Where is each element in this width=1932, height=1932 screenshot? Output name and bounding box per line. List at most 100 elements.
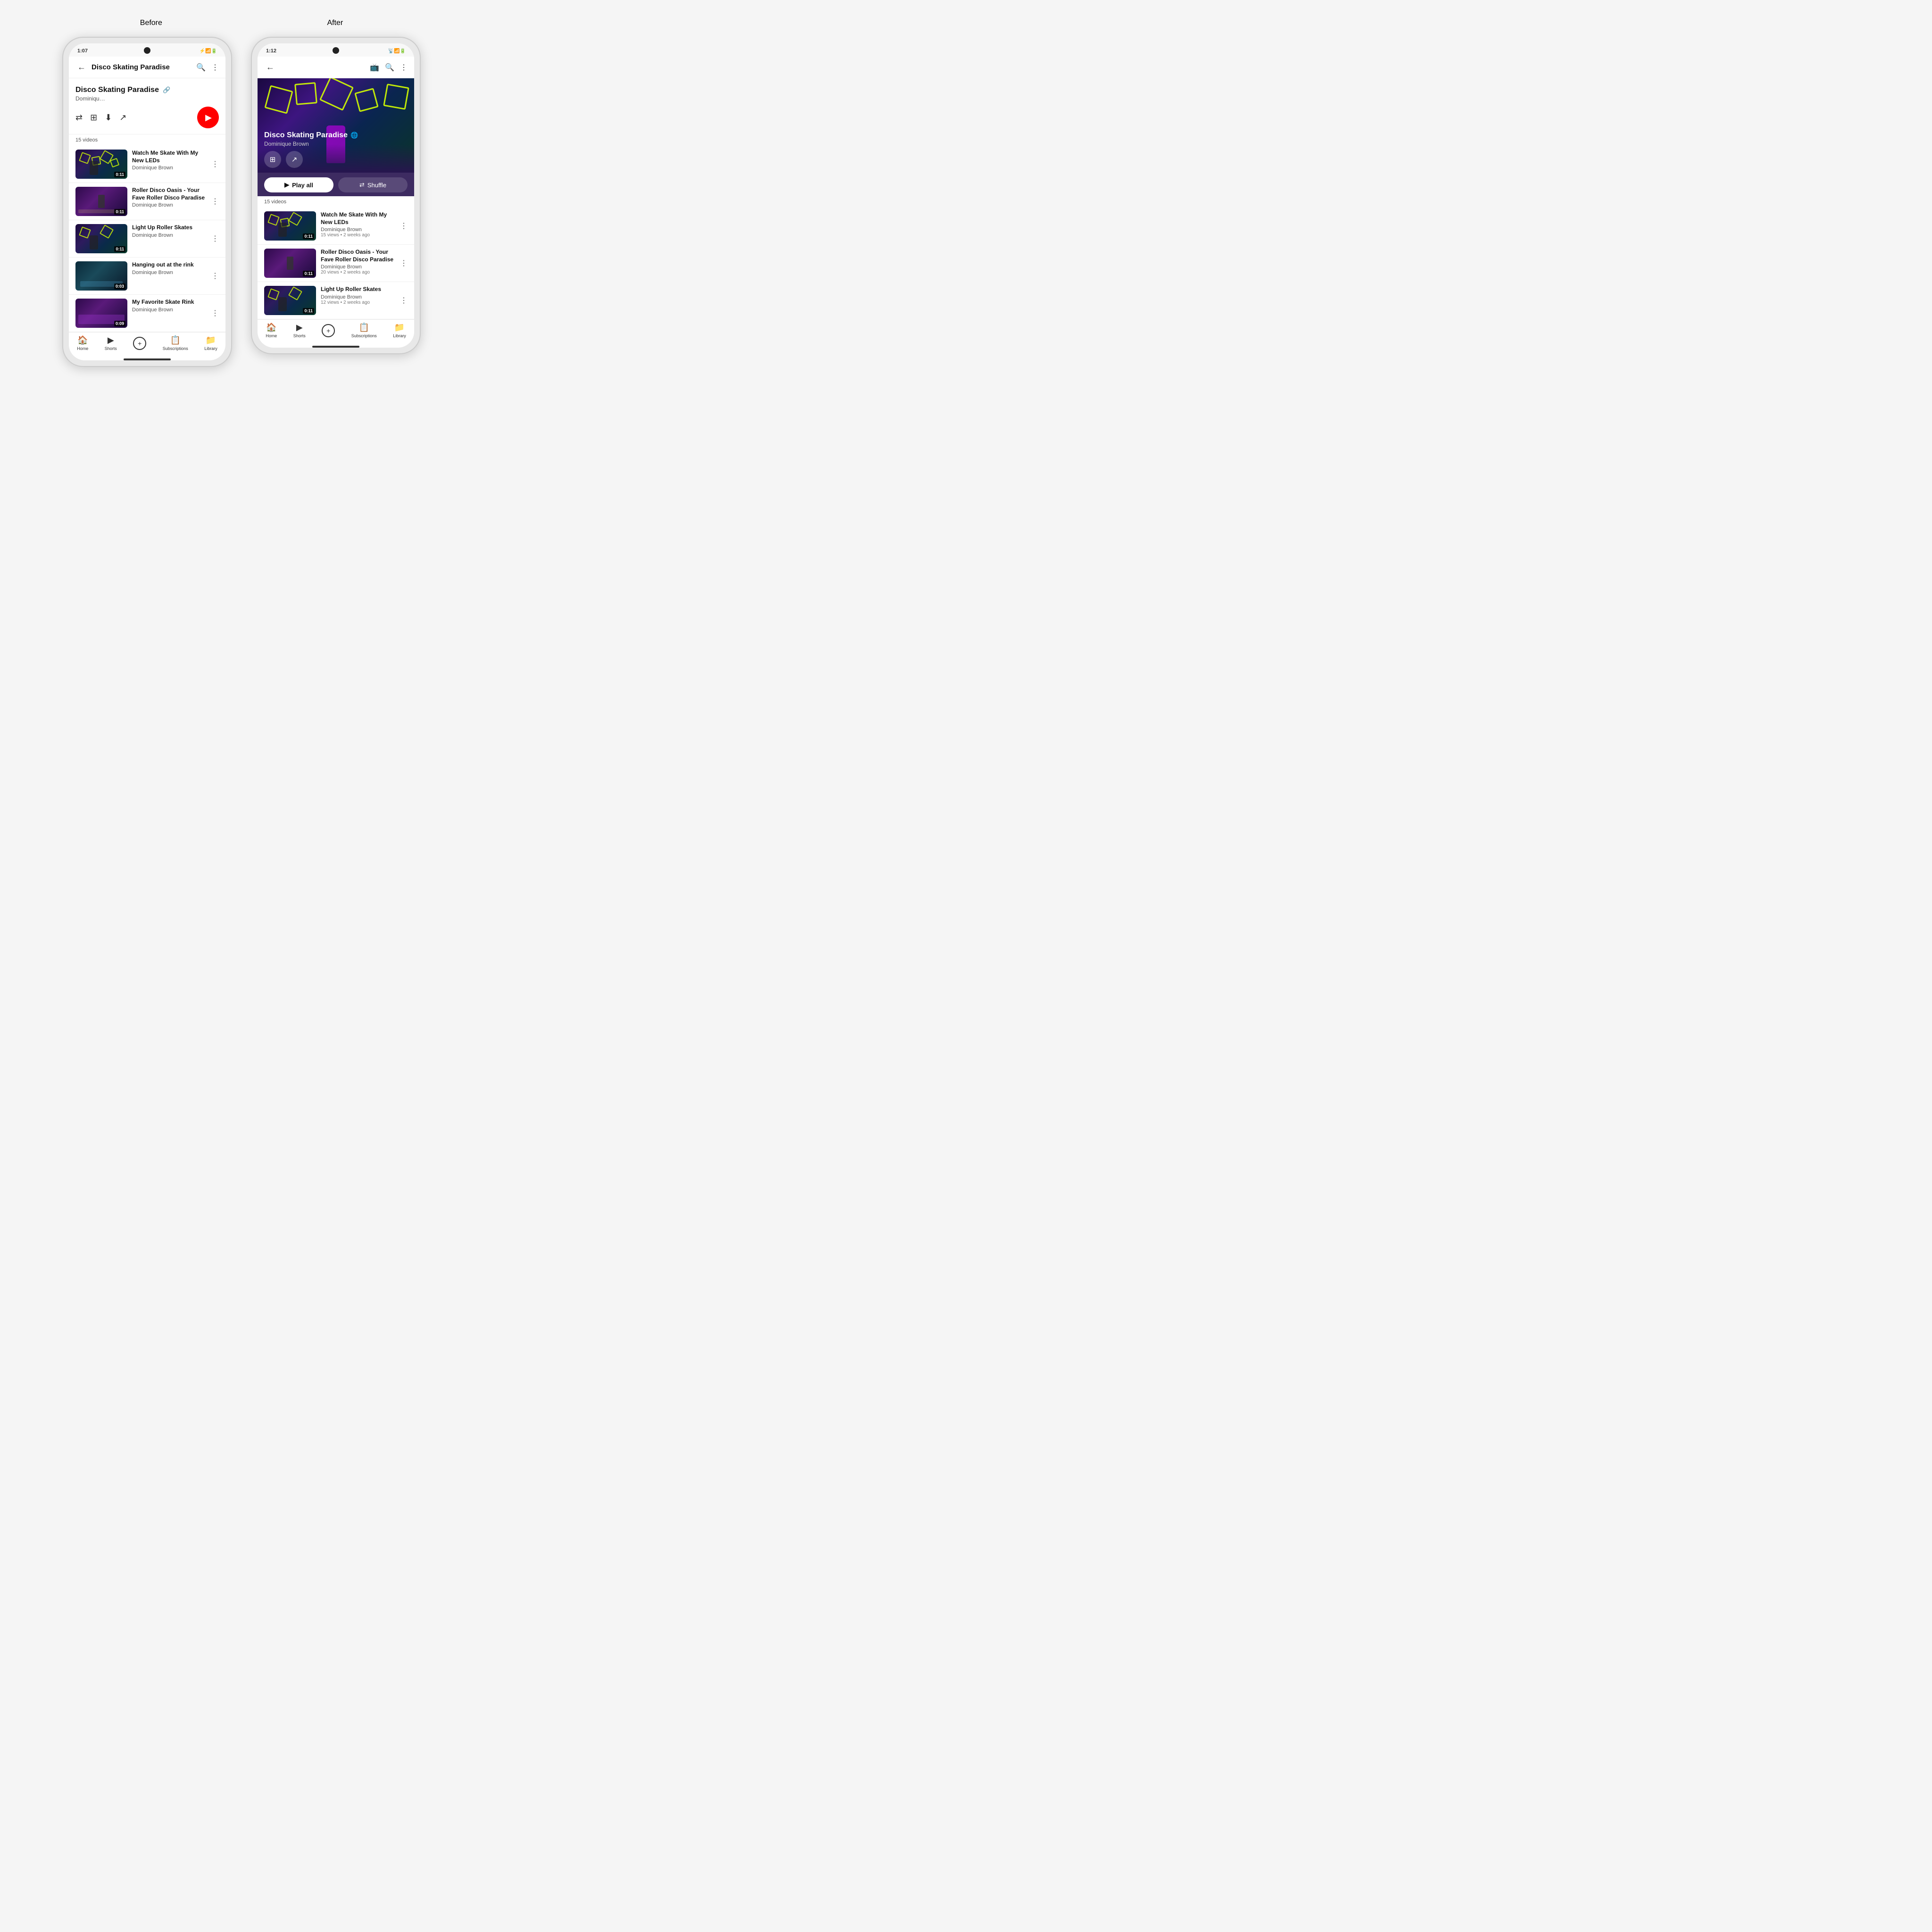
before-download-icon[interactable]: ⬇ xyxy=(105,113,112,123)
before-video-author-4: Dominique Brown xyxy=(132,270,207,275)
before-bottom-bar xyxy=(124,358,171,360)
after-video-meta-1: 15 views • 2 weeks ago xyxy=(321,233,395,238)
hero-neon-5 xyxy=(383,83,409,110)
after-battery-icon: 📡📶🔋 xyxy=(388,49,406,54)
before-duration-4: 0:03 xyxy=(114,283,125,289)
before-nav-shorts[interactable]: ▶ Shorts xyxy=(105,335,117,351)
after-nav-shorts[interactable]: ▶ Shorts xyxy=(293,323,306,338)
after-video-title-3: Light Up Roller Skates xyxy=(321,286,395,293)
after-home-label: Home xyxy=(266,333,277,338)
after-top-nav: ← 📺 🔍 ⋮ xyxy=(258,57,414,78)
after-nav-create[interactable]: + xyxy=(322,324,335,337)
hero-neon-4 xyxy=(354,88,378,112)
before-more-btn-5[interactable]: ⋮ xyxy=(211,308,219,318)
before-video-info-3: Light Up Roller Skates Dominique Brown xyxy=(132,224,207,238)
after-shuffle-label: Shuffle xyxy=(367,182,386,189)
after-subscriptions-icon: 📋 xyxy=(359,323,369,333)
neon-shape xyxy=(100,225,114,239)
after-video-author-3: Dominique Brown xyxy=(321,294,395,300)
after-nav-library[interactable]: 📁 Library xyxy=(393,323,406,338)
neon-shape xyxy=(288,212,302,226)
before-shuffle-icon[interactable]: ⇄ xyxy=(75,113,83,123)
before-shorts-icon: ▶ xyxy=(108,335,114,345)
after-shuffle-button[interactable]: ⇄ Shuffle xyxy=(338,177,408,192)
before-video-info-4: Hanging out at the rink Dominique Brown xyxy=(132,261,207,275)
before-more-icon[interactable]: ⋮ xyxy=(211,63,219,72)
before-play-fab-icon: ▶ xyxy=(205,113,212,123)
after-thumb-1: 0:11 xyxy=(264,211,316,241)
before-video-info-1: Watch Me Skate With My New LEDs Dominiqu… xyxy=(132,150,207,171)
after-share-btn[interactable]: ↗ xyxy=(286,151,303,168)
before-more-btn-1[interactable]: ⋮ xyxy=(211,159,219,169)
before-nav-subscriptions[interactable]: 📋 Subscriptions xyxy=(163,335,188,351)
after-nav-subscriptions[interactable]: 📋 Subscriptions xyxy=(351,323,377,338)
after-label: After xyxy=(327,19,343,27)
after-more-btn-1[interactable]: ⋮ xyxy=(400,221,408,231)
before-shorts-label: Shorts xyxy=(105,346,117,351)
after-video-item-1[interactable]: 0:11 Watch Me Skate With My New LEDs Dom… xyxy=(258,208,414,245)
before-more-btn-4[interactable]: ⋮ xyxy=(211,271,219,281)
after-back-button[interactable]: ← xyxy=(264,60,276,74)
hero-neon-1 xyxy=(264,85,293,114)
after-duration-2: 0:11 xyxy=(303,271,314,276)
figure xyxy=(90,235,98,250)
before-library-label: Library xyxy=(204,346,217,351)
before-status-bar: 1:07 ⚡📶🔋 xyxy=(69,43,225,57)
after-video-item-3[interactable]: 0:11 Light Up Roller Skates Dominique Br… xyxy=(258,282,414,319)
figure xyxy=(278,223,287,237)
before-back-button[interactable]: ← xyxy=(75,60,88,74)
before-share-icon[interactable]: ↗ xyxy=(119,113,126,123)
before-subscriptions-label: Subscriptions xyxy=(163,346,188,351)
after-video-item-2[interactable]: 0:11 Roller Disco Oasis - Your Fave Roll… xyxy=(258,245,414,282)
before-play-fab[interactable]: ▶ xyxy=(197,107,219,128)
neon-shape xyxy=(79,226,91,239)
before-playlist-header: Disco Skating Paradise 🔗 Dominiqu… ⇄ ⊞ ⬇… xyxy=(69,78,225,134)
before-battery-icon: ⚡📶🔋 xyxy=(200,49,217,54)
after-more-icon[interactable]: ⋮ xyxy=(400,63,408,72)
after-video-count: 15 videos xyxy=(258,196,414,208)
neon-shape xyxy=(267,288,280,300)
before-nav-library[interactable]: 📁 Library xyxy=(204,335,217,351)
before-video-item-1[interactable]: 0:11 Watch Me Skate With My New LEDs Dom… xyxy=(69,146,225,183)
before-thumb-2: 0:11 xyxy=(75,187,127,216)
before-search-icon[interactable]: 🔍 xyxy=(196,63,206,72)
after-library-icon: 📁 xyxy=(394,323,405,333)
after-video-meta-2: 20 views • 2 weeks ago xyxy=(321,270,395,275)
neon-shape xyxy=(79,152,91,164)
before-video-item-2[interactable]: 0:11 Roller Disco Oasis - Your Fave Roll… xyxy=(69,183,225,220)
after-more-btn-3[interactable]: ⋮ xyxy=(400,296,408,305)
after-nav-home[interactable]: 🏠 Home xyxy=(266,323,277,338)
before-more-btn-2[interactable]: ⋮ xyxy=(211,197,219,206)
after-save-btn[interactable]: ⊞ xyxy=(264,151,281,168)
before-add-queue-icon[interactable]: ⊞ xyxy=(90,113,97,123)
before-nav-home[interactable]: 🏠 Home xyxy=(77,335,88,351)
before-thumb-4: 0:03 xyxy=(75,261,127,291)
before-home-icon: 🏠 xyxy=(77,335,88,345)
before-video-title-1: Watch Me Skate With My New LEDs xyxy=(132,150,207,164)
before-thumb-3: 0:11 xyxy=(75,224,127,253)
after-video-author-1: Dominique Brown xyxy=(321,227,395,233)
after-video-meta-3: 12 views • 2 weeks ago xyxy=(321,300,395,305)
before-camera-notch xyxy=(144,47,150,54)
before-time: 1:07 xyxy=(77,48,88,54)
after-more-btn-2[interactable]: ⋮ xyxy=(400,258,408,268)
before-duration-1: 0:11 xyxy=(114,172,125,177)
after-library-label: Library xyxy=(393,333,406,338)
after-cast-icon[interactable]: 📺 xyxy=(370,63,379,72)
before-duration-3: 0:11 xyxy=(114,246,125,252)
hero-overlay: Disco Skating Paradise 🌐 Dominique Brown… xyxy=(258,125,414,173)
before-duration-5: 0:09 xyxy=(114,321,125,326)
before-video-count: 15 videos xyxy=(69,134,225,146)
after-search-icon[interactable]: 🔍 xyxy=(385,63,394,72)
after-play-all-button[interactable]: ▶ Play all xyxy=(264,177,333,192)
before-more-btn-3[interactable]: ⋮ xyxy=(211,234,219,243)
before-thumb-5: 0:09 xyxy=(75,299,127,328)
before-video-item-5[interactable]: 0:09 My Favorite Skate Rink Dominique Br… xyxy=(69,295,225,332)
before-video-info-2: Roller Disco Oasis - Your Fave Roller Di… xyxy=(132,187,207,208)
before-video-item-4[interactable]: 0:03 Hanging out at the rink Dominique B… xyxy=(69,258,225,295)
before-video-item-3[interactable]: 0:11 Light Up Roller Skates Dominique Br… xyxy=(69,220,225,258)
after-time: 1:12 xyxy=(266,48,276,54)
before-nav-create[interactable]: + xyxy=(133,337,146,350)
hero-neon-2 xyxy=(294,82,317,105)
after-video-info-3: Light Up Roller Skates Dominique Brown 1… xyxy=(321,286,395,305)
